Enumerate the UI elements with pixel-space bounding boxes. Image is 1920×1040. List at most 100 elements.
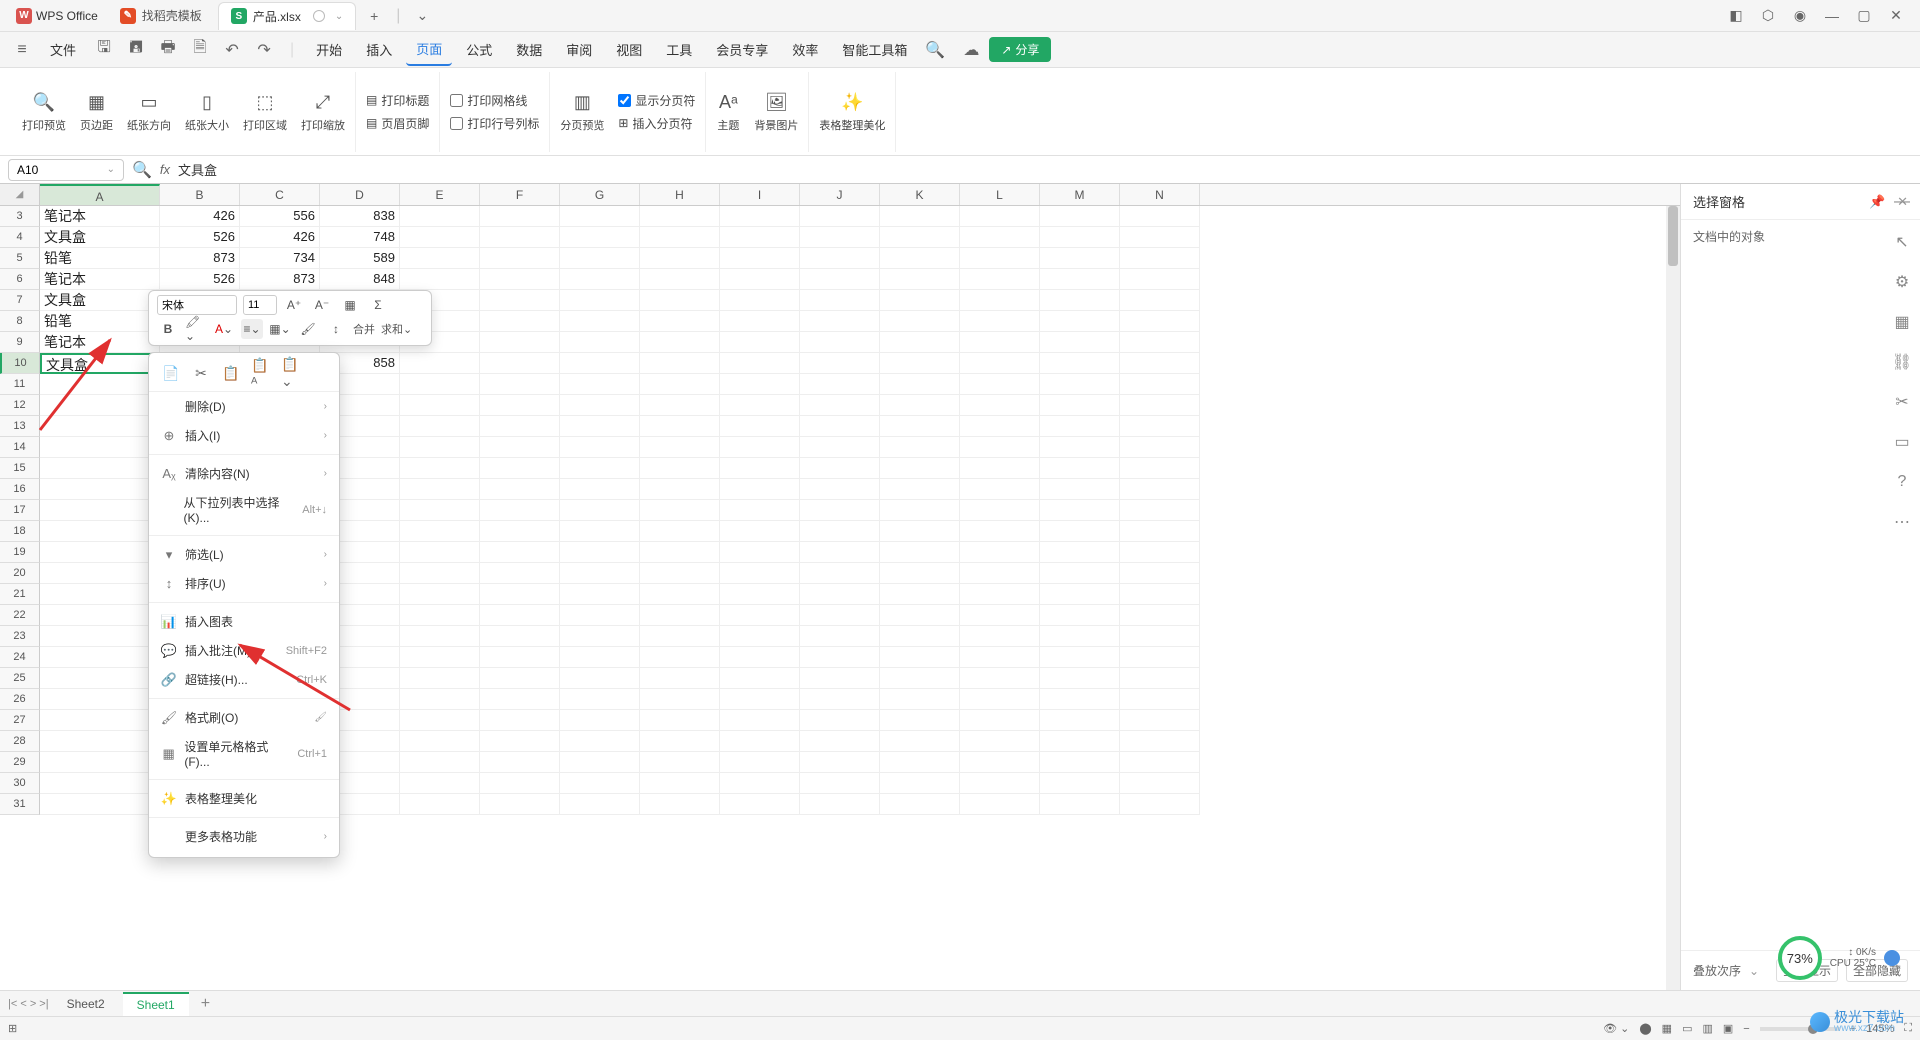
cell-M16[interactable] [1040,479,1120,500]
cell-G21[interactable] [560,584,640,605]
cm-insert-chart[interactable]: 📊插入图表 [149,607,339,636]
font-name-input[interactable] [157,295,237,315]
collapse-icon[interactable]: — [1890,190,1914,214]
cell-I16[interactable] [720,479,800,500]
cell-E21[interactable] [400,584,480,605]
cm-clear[interactable]: Aᵪ清除内容(N)› [149,459,339,488]
cell-A17[interactable] [40,500,160,521]
cell-F28[interactable] [480,731,560,752]
cell-E28[interactable] [400,731,480,752]
col-header-H[interactable]: H [640,184,720,205]
cell-L22[interactable] [960,605,1040,626]
orientation-button[interactable]: ▭纸张方向 [127,91,171,133]
save-as-icon[interactable]: 🖪 [122,36,150,64]
cm-hyperlink[interactable]: 🔗超链接(H)...Ctrl+K [149,665,339,694]
cell-J24[interactable] [800,647,880,668]
cell-N21[interactable] [1120,584,1200,605]
tab-template[interactable]: ✎ 找稻壳模板 [108,2,214,30]
format-brush-icon[interactable]: 🖌 [297,319,319,339]
cell-G26[interactable] [560,689,640,710]
close-button[interactable]: ✕ [1880,0,1912,32]
cell-N17[interactable] [1120,500,1200,521]
cell-I5[interactable] [720,248,800,269]
cell-L4[interactable] [960,227,1040,248]
name-box[interactable]: A10 ⌄ [8,159,124,181]
cell-H29[interactable] [640,752,720,773]
tab-document[interactable]: S 产品.xlsx ⌄ [218,2,356,30]
cell-N31[interactable] [1120,794,1200,815]
col-header-K[interactable]: K [880,184,960,205]
cell-J12[interactable] [800,395,880,416]
cell-A27[interactable] [40,710,160,731]
row-header-30[interactable]: 30 [0,773,40,794]
cell-K10[interactable] [880,353,960,374]
cell-N13[interactable] [1120,416,1200,437]
cell-M21[interactable] [1040,584,1120,605]
menu-view[interactable]: 视图 [606,34,652,65]
menu-efficiency[interactable]: 效率 [782,34,828,65]
print-preview-icon[interactable]: 🗎 [186,36,214,64]
cm-insert-comment[interactable]: 💬插入批注(M)Shift+F2 [149,636,339,665]
cell-J15[interactable] [800,458,880,479]
cell-N5[interactable] [1120,248,1200,269]
cell-G31[interactable] [560,794,640,815]
col-header-L[interactable]: L [960,184,1040,205]
cell-A16[interactable] [40,479,160,500]
row-header-7[interactable]: 7 [0,290,40,311]
cell-G6[interactable] [560,269,640,290]
cell-K29[interactable] [880,752,960,773]
cell-J7[interactable] [800,290,880,311]
cell-I21[interactable] [720,584,800,605]
cell-D6[interactable]: 848 [320,269,400,290]
cell-M17[interactable] [1040,500,1120,521]
cell-F10[interactable] [480,353,560,374]
cell-J18[interactable] [800,521,880,542]
cell-K28[interactable] [880,731,960,752]
cell-I11[interactable] [720,374,800,395]
cell-B6[interactable]: 526 [160,269,240,290]
chevron-down-icon[interactable]: ⌄ [1749,964,1759,978]
bold-icon[interactable]: B [157,319,179,339]
cell-M15[interactable] [1040,458,1120,479]
cell-I18[interactable] [720,521,800,542]
cell-G9[interactable] [560,332,640,353]
row-header-13[interactable]: 13 [0,416,40,437]
cell-G23[interactable] [560,626,640,647]
cell-I31[interactable] [720,794,800,815]
cell-A7[interactable]: 文具盒 [40,290,160,311]
cell-M20[interactable] [1040,563,1120,584]
cell-D4[interactable]: 748 [320,227,400,248]
cell-D3[interactable]: 838 [320,206,400,227]
cell-L15[interactable] [960,458,1040,479]
menu-review[interactable]: 审阅 [556,34,602,65]
row-header-28[interactable]: 28 [0,731,40,752]
cell-A14[interactable] [40,437,160,458]
cell-B4[interactable]: 526 [160,227,240,248]
tab-dropdown-icon[interactable]: ⌄ [335,11,343,22]
eye-icon[interactable]: 👁 ⌄ [1603,1022,1629,1035]
paste-special-icon[interactable]: 📋⌄ [281,363,301,383]
cell-K4[interactable] [880,227,960,248]
cell-I27[interactable] [720,710,800,731]
cell-J4[interactable] [800,227,880,248]
cell-F15[interactable] [480,458,560,479]
cell-A12[interactable] [40,395,160,416]
cell-N29[interactable] [1120,752,1200,773]
cm-format-painter[interactable]: 🖌格式刷(O)🖌 [149,703,339,732]
cell-I12[interactable] [720,395,800,416]
cell-G16[interactable] [560,479,640,500]
save-icon[interactable]: 🖫 [90,36,118,64]
font-size-input[interactable] [243,295,277,315]
row-header-17[interactable]: 17 [0,500,40,521]
cell-K23[interactable] [880,626,960,647]
row-header-27[interactable]: 27 [0,710,40,731]
row-header-20[interactable]: 20 [0,563,40,584]
cell-A4[interactable]: 文具盒 [40,227,160,248]
row-header-22[interactable]: 22 [0,605,40,626]
share-button[interactable]: ↗ 分享 [989,37,1051,62]
cell-J25[interactable] [800,668,880,689]
scrollbar-thumb[interactable] [1668,206,1678,266]
cell-H9[interactable] [640,332,720,353]
cm-sort[interactable]: ↕排序(U)› [149,569,339,598]
cell-J14[interactable] [800,437,880,458]
